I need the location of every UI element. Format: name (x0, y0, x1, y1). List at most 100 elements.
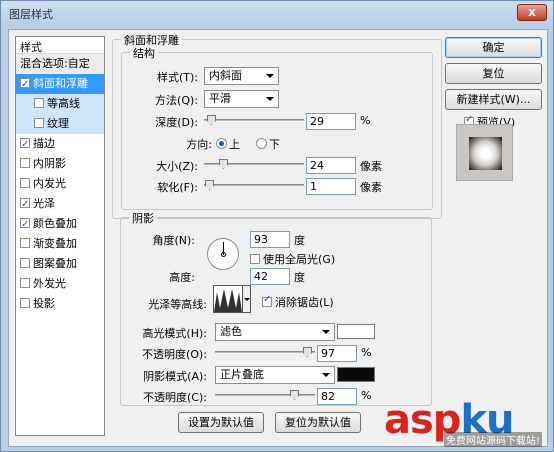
highlight-mode-select[interactable]: 滤色 (215, 323, 335, 341)
depth-slider-thumb[interactable] (207, 115, 216, 125)
style-select[interactable]: 内斜面 (204, 67, 279, 85)
soften-slider-thumb[interactable] (205, 180, 214, 190)
checkbox-icon[interactable] (34, 118, 44, 128)
checkbox-checked-icon[interactable] (20, 195, 30, 214)
style-list-item-label: 图案叠加 (33, 257, 77, 270)
reset-default-button[interactable]: 复位为默认值 (275, 412, 361, 433)
depth-label: 深度(D): (155, 116, 198, 129)
soften-input[interactable]: 1 (306, 178, 356, 195)
shadow-opacity-unit: % (361, 389, 372, 402)
checkbox-checked-icon[interactable] (20, 75, 30, 94)
antialias-checkbox[interactable]: 消除锯齿(L) (262, 294, 334, 310)
direction-label: 方向: (186, 138, 212, 151)
highlight-opacity-track (215, 351, 315, 353)
checkbox-icon[interactable] (20, 258, 30, 268)
size-input[interactable]: 24 (306, 157, 356, 174)
checkbox-checked-icon[interactable] (20, 135, 30, 154)
window-title: 图层样式 (9, 8, 53, 21)
bevel-emboss-group: 斜面和浮雕 结构 样式(T): 内斜面 方法(Q): 平滑 深度(D): 29 … (112, 32, 442, 219)
style-list-item[interactable]: 外发光 (16, 274, 104, 294)
checkbox-icon[interactable] (34, 98, 44, 108)
direction-down-radio[interactable]: 下 (256, 136, 280, 152)
set-default-button[interactable]: 设置为默认值 (178, 412, 264, 433)
highlight-opacity-input[interactable]: 97 (317, 345, 357, 362)
depth-input[interactable]: 29 (306, 113, 356, 130)
depth-slider[interactable] (204, 115, 304, 125)
checkbox-icon[interactable] (20, 158, 30, 168)
soften-slider[interactable] (204, 180, 304, 190)
global-light-label: 使用全局光(G) (263, 253, 336, 266)
radio-on-icon (216, 138, 227, 149)
style-list-header[interactable]: 样式 (16, 37, 104, 54)
depth-unit: % (360, 114, 371, 127)
chevron-down-icon (322, 373, 330, 377)
soften-label: 软化(F): (157, 181, 198, 194)
angle-unit: 度 (294, 234, 305, 247)
dialog-client: 样式 混合选项:自定斜面和浮雕等高线纹理描边内阴影内发光光泽颜色叠加渐变叠加图案… (8, 29, 548, 447)
global-light-checkbox[interactable]: 使用全局光(G) (250, 251, 335, 267)
gloss-contour-label: 光泽等高线: (148, 298, 207, 311)
style-list-item-label: 斜面和浮雕 (33, 77, 88, 90)
reset-button[interactable]: 复位 (445, 63, 542, 84)
structure-group: 结构 样式(T): 内斜面 方法(Q): 平滑 深度(D): 29 % 方向: … (121, 45, 433, 210)
highlight-opacity-slider[interactable] (215, 347, 315, 357)
size-slider[interactable] (204, 159, 304, 169)
checkbox-icon[interactable] (20, 178, 30, 188)
shadow-opacity-thumb[interactable] (290, 390, 299, 400)
style-list-item[interactable]: 渐变叠加 (16, 234, 104, 254)
angle-label: 角度(N): (152, 234, 195, 247)
style-list-item[interactable]: 颜色叠加 (16, 214, 104, 234)
angle-input[interactable]: 93 (250, 231, 290, 248)
highlight-color-swatch[interactable] (337, 324, 375, 339)
shadow-color-swatch[interactable] (337, 367, 375, 382)
depth-slider-track (204, 119, 304, 121)
style-list-item[interactable]: 内阴影 (16, 154, 104, 174)
style-list-item[interactable]: 投影 (16, 294, 104, 314)
style-list-item[interactable]: 光泽 (16, 194, 104, 214)
shading-title: 阴影 (129, 210, 157, 226)
style-list-item-label: 纹理 (47, 117, 69, 130)
style-list-item-label: 描边 (33, 137, 55, 150)
style-list-item[interactable]: 纹理 (16, 114, 104, 134)
style-list-item-label: 渐变叠加 (33, 237, 77, 250)
new-style-button[interactable]: 新建样式(W)... (445, 89, 542, 110)
direction-up-radio[interactable]: 上 (216, 136, 240, 152)
direction-up-label: 上 (229, 138, 240, 151)
checkbox-icon[interactable] (20, 298, 30, 308)
shadow-opacity-input[interactable]: 82 (317, 388, 357, 405)
angle-center-icon (221, 252, 226, 257)
altitude-label: 高度: (169, 271, 195, 284)
style-list-item[interactable]: 描边 (16, 134, 104, 154)
style-list-item[interactable]: 内发光 (16, 174, 104, 194)
style-list-item[interactable]: 混合选项:自定 (16, 54, 104, 74)
checkbox-checked-icon[interactable] (20, 215, 30, 234)
style-list: 样式 混合选项:自定斜面和浮雕等高线纹理描边内阴影内发光光泽颜色叠加渐变叠加图案… (15, 36, 105, 436)
highlight-opacity-thumb[interactable] (303, 347, 312, 357)
shadow-mode-select[interactable]: 正片叠底 (215, 366, 335, 384)
ok-button[interactable]: 确定 (445, 37, 542, 58)
style-preview-thumbnail (456, 124, 513, 181)
shadow-opacity-slider[interactable] (215, 390, 315, 400)
style-list-item-label: 投影 (33, 297, 55, 310)
style-select-value: 内斜面 (209, 69, 242, 82)
size-unit: 像素 (360, 160, 382, 173)
checkbox-icon[interactable] (20, 278, 30, 288)
style-list-item[interactable]: 等高线 (16, 94, 104, 114)
style-label: 样式(T): (156, 71, 198, 84)
altitude-input[interactable]: 42 (250, 268, 290, 285)
direction-down-label: 下 (269, 138, 280, 151)
style-list-item[interactable]: 斜面和浮雕 (16, 74, 104, 94)
shading-group: 阴影 角度(N): 93 度 使用全局光(G) 高度: 42 度 光泽等高线: (120, 210, 432, 406)
highlight-mode-value: 滤色 (220, 325, 242, 338)
technique-select[interactable]: 平滑 (204, 90, 279, 108)
checkbox-icon[interactable] (20, 238, 30, 248)
gloss-contour-dropdown[interactable] (243, 285, 251, 313)
size-slider-thumb[interactable] (219, 159, 228, 169)
watermark-caption: 免费网站源码下载站! (444, 432, 543, 447)
gloss-contour-picker[interactable] (213, 285, 243, 313)
angle-dial[interactable] (207, 238, 239, 270)
chevron-down-icon (244, 298, 250, 301)
style-list-item[interactable]: 图案叠加 (16, 254, 104, 274)
style-list-item-label: 混合选项:自定 (20, 57, 90, 70)
close-button[interactable]: x (517, 4, 547, 21)
